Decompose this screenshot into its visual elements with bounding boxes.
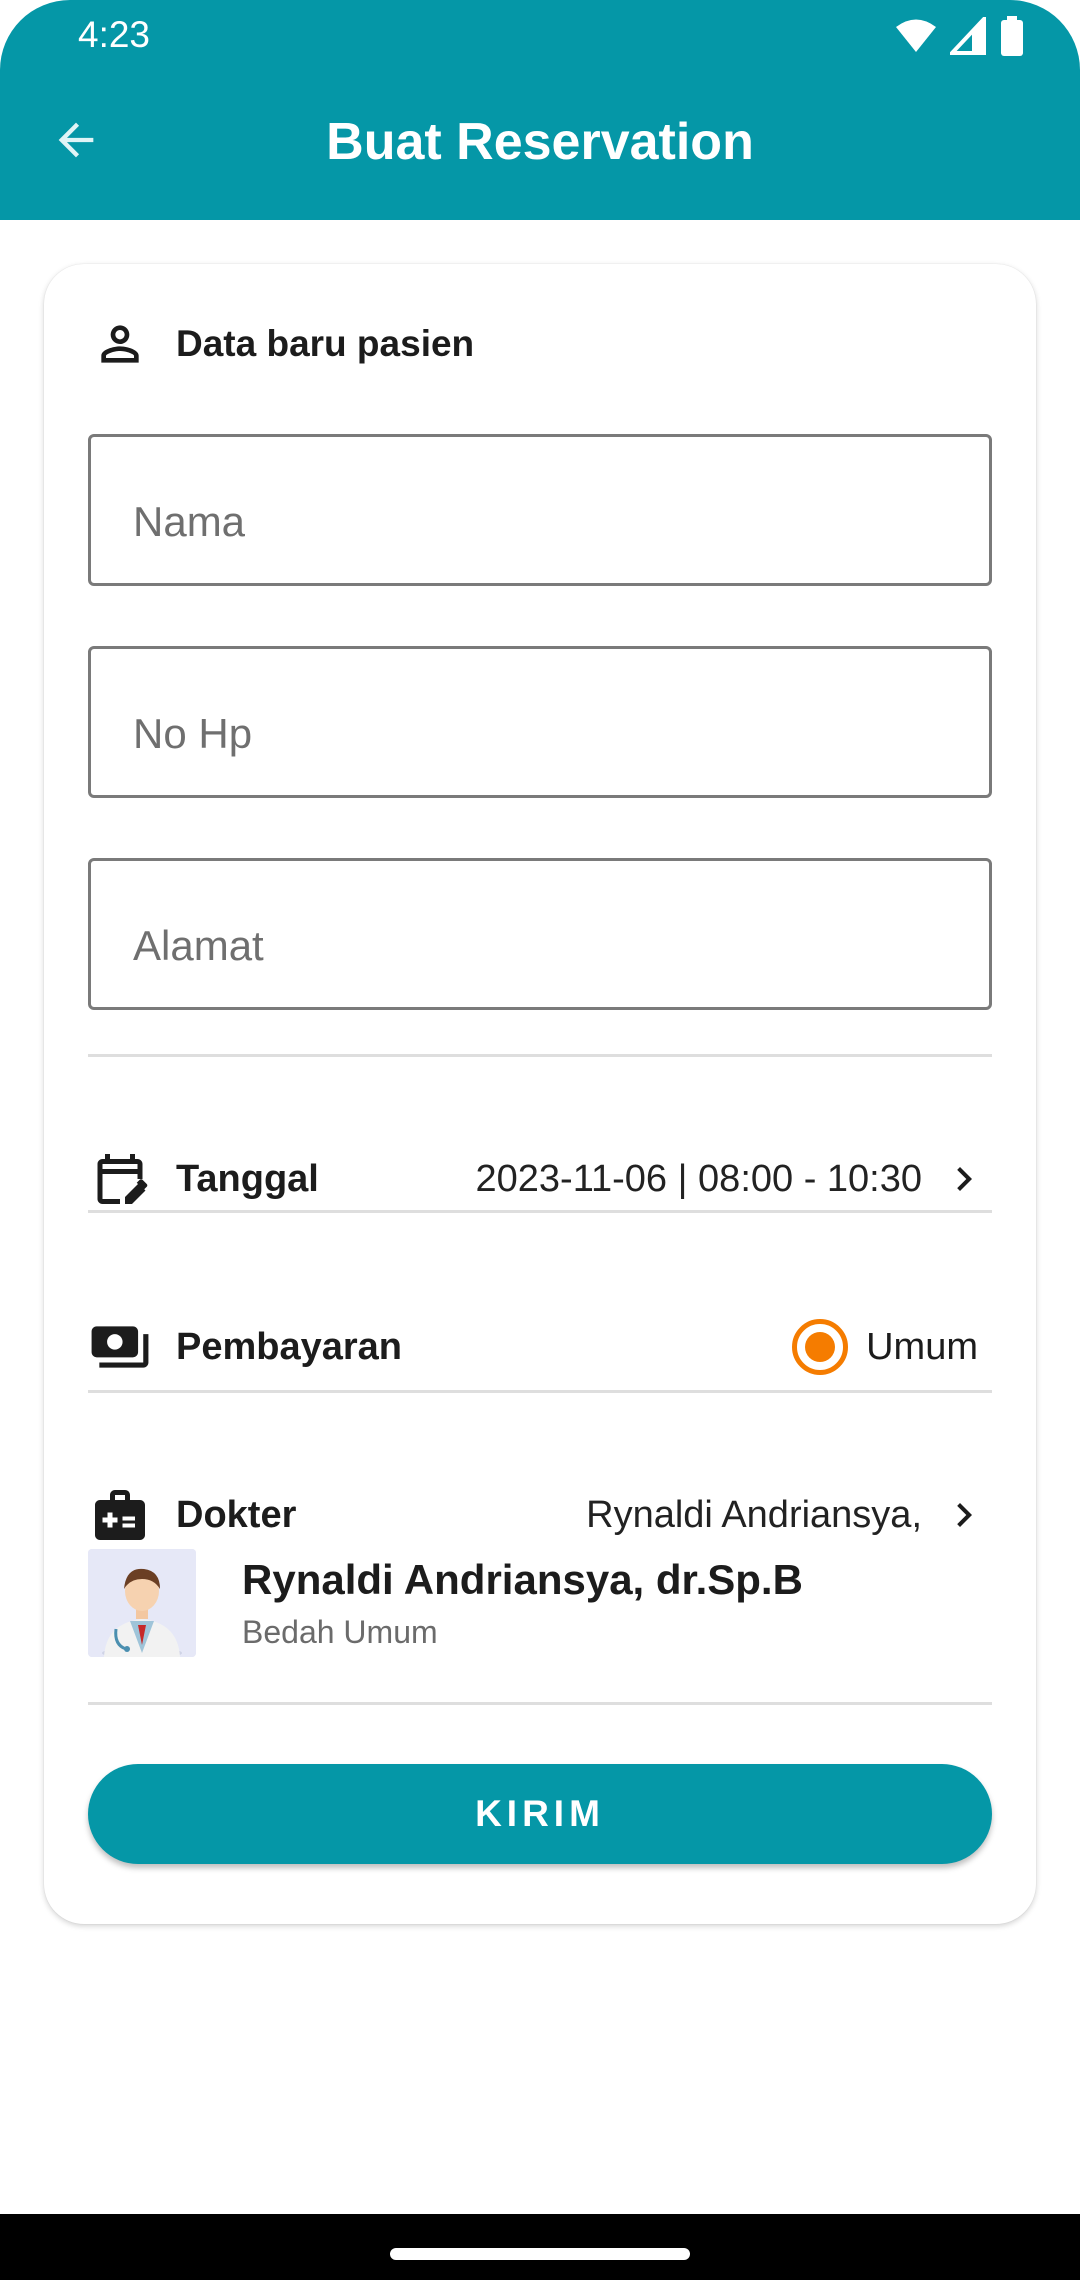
navigation-bar — [0, 2214, 1080, 2280]
app-bar: 4:23 Buat Reservation — [0, 0, 1080, 220]
calendar-edit-icon — [88, 1147, 152, 1211]
payment-option-umum[interactable]: Umum — [792, 1319, 978, 1375]
radio-selected-dot — [805, 1332, 836, 1362]
medical-bag-icon — [88, 1483, 152, 1547]
divider — [88, 1210, 992, 1213]
person-icon — [101, 325, 139, 363]
section-title: Data baru pasien — [176, 323, 475, 364]
phone-field[interactable] — [88, 646, 992, 798]
date-label: Tanggal — [176, 1157, 319, 1200]
doctor-row[interactable]: Dokter Rynaldi Andriansya, — [88, 1470, 992, 1560]
payment-label: Pembayaran — [176, 1325, 403, 1368]
doctor-value: Rynaldi Andriansya, — [586, 1493, 922, 1536]
payment-icon — [88, 1315, 152, 1379]
page-title: Buat Reservation — [326, 113, 754, 171]
name-input[interactable] — [91, 437, 989, 583]
doctor-card: Rynaldi Andriansya, dr.Sp.B Bedah Umum — [88, 1548, 992, 1658]
signal-icon — [950, 17, 986, 55]
doctor-label: Dokter — [176, 1493, 297, 1536]
name-field[interactable] — [88, 434, 992, 586]
status-icons — [896, 14, 1024, 58]
payment-row: Pembayaran Umum — [88, 1302, 992, 1392]
payment-option-label: Umum — [866, 1325, 978, 1368]
chevron-right-icon[interactable] — [936, 1487, 992, 1543]
radio-button[interactable] — [792, 1319, 849, 1375]
address-field[interactable] — [88, 858, 992, 1010]
submit-button[interactable]: KIRIM — [88, 1764, 992, 1864]
chevron-right-icon[interactable] — [936, 1151, 992, 1207]
doctor-name: Rynaldi Andriansya, dr.Sp.B — [242, 1555, 803, 1603]
divider — [88, 1702, 992, 1705]
wifi-icon — [896, 19, 936, 52]
phone-input[interactable] — [91, 649, 989, 795]
home-handle[interactable] — [390, 2248, 690, 2260]
battery-icon — [1001, 16, 1023, 56]
reservation-card: Data baru pasien Tanggal 2023-11-06 | 08… — [44, 264, 1036, 1924]
doctor-avatar — [88, 1549, 196, 1657]
address-input[interactable] — [91, 861, 989, 1007]
divider — [88, 1390, 992, 1393]
section-header: Data baru pasien — [92, 314, 474, 374]
date-value: 2023-11-06 | 08:00 - 10:30 — [475, 1157, 923, 1200]
divider — [88, 1054, 992, 1057]
doctor-specialty: Bedah Umum — [242, 1613, 438, 1650]
status-time: 4:23 — [78, 14, 151, 55]
